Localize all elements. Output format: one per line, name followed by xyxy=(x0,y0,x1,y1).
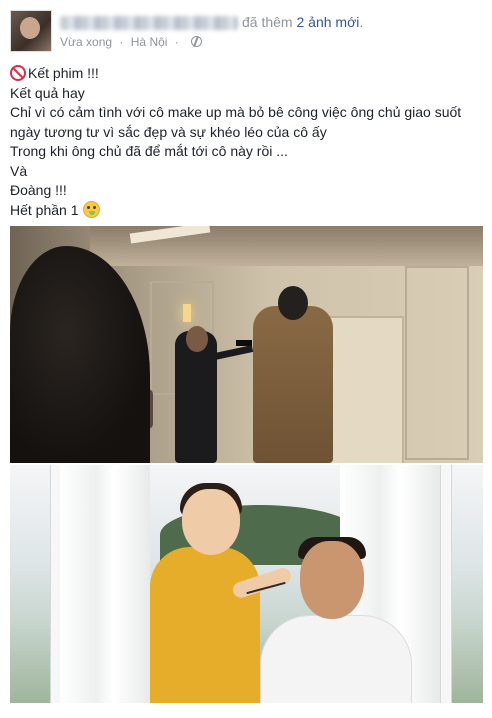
post-action-text: đã thêm xyxy=(242,14,293,30)
body-line-3: Chỉ vì có cảm tình với cô make up mà bỏ … xyxy=(10,104,462,120)
body-line-7: Đoàng !!! xyxy=(10,182,67,198)
window-frame xyxy=(440,465,452,703)
new-photos-link[interactable]: 2 ảnh mới xyxy=(296,14,359,30)
money-mouth-emoji-icon xyxy=(82,200,100,218)
film-scene-photo[interactable] xyxy=(10,226,483,463)
globe-icon[interactable] xyxy=(191,36,203,47)
body-line-5: Trong khi ông chủ đã để mắt tới cô này r… xyxy=(10,143,288,159)
body-line-8-text: Hết phần 1 xyxy=(10,201,79,218)
post-meta: Vừa xong · Hà Nội · xyxy=(60,35,203,49)
photos-link-period: . xyxy=(359,14,364,30)
avatar-face xyxy=(20,17,40,39)
body-line-2: Kết quả hay xyxy=(10,84,85,101)
makeup-artist xyxy=(150,547,260,703)
body-line-4: ngày tương tư vì sắc đẹp và sự khéo léo … xyxy=(10,123,327,140)
post-timestamp[interactable]: Vừa xong xyxy=(60,35,112,49)
makeup-artist-head xyxy=(182,489,240,555)
man-in-black-head xyxy=(186,326,208,352)
author-line: đã thêm 2 ảnh mới. xyxy=(60,14,364,31)
door xyxy=(328,316,404,463)
post-location[interactable]: Hà Nội xyxy=(131,35,168,49)
body-line-1-text: Kết phim !!! xyxy=(28,65,99,81)
body-line-6: Và xyxy=(10,162,28,179)
actor xyxy=(260,615,412,703)
meta-separator-2: · xyxy=(174,35,179,49)
actor-head xyxy=(300,541,364,619)
post-header: đã thêm 2 ảnh mới. Vừa xong · Hà Nội · xyxy=(10,10,482,54)
meta-separator: · xyxy=(119,35,124,49)
post-body: Kết phim !!! Kết quả hay Chỉ vì có cảm t… xyxy=(10,64,482,220)
curtain-left xyxy=(60,465,150,703)
makeup-behind-scenes-photo[interactable] xyxy=(10,465,483,703)
wall-panel xyxy=(405,266,469,460)
no-entry-icon xyxy=(10,65,26,81)
body-line-8: Hết phần 1 xyxy=(10,200,482,221)
man-in-coat-head xyxy=(278,286,308,320)
blurred-author-name[interactable] xyxy=(60,16,238,31)
gun xyxy=(236,340,252,346)
wall-lamp xyxy=(183,304,191,322)
avatar[interactable] xyxy=(10,10,52,52)
body-line-1: Kết phim !!! xyxy=(10,64,482,84)
man-in-coat xyxy=(253,306,333,463)
